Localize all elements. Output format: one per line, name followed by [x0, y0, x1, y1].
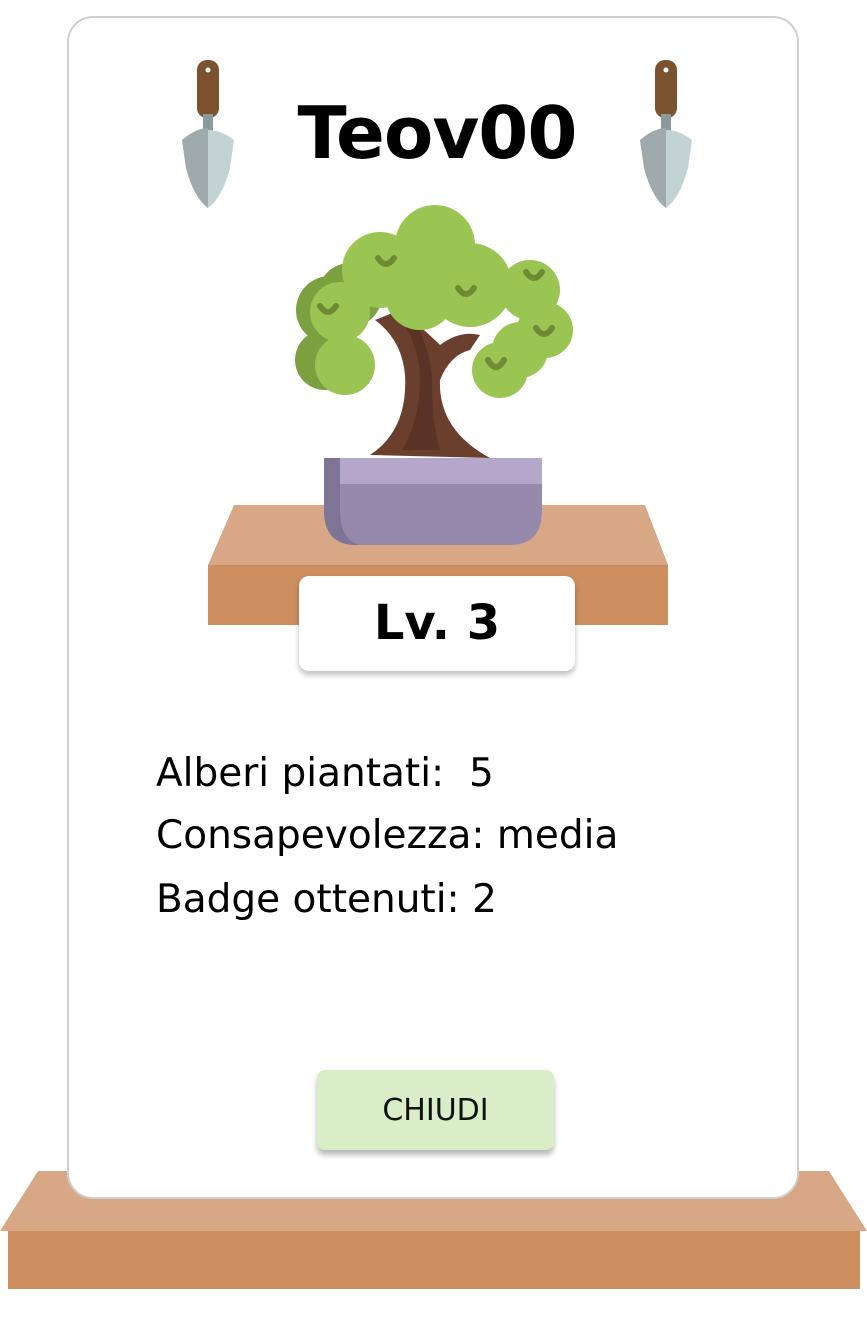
- bonsai-icon: [295, 205, 573, 545]
- stat-badges: Badge ottenuti: 2: [156, 877, 497, 922]
- username-title: Teov00: [297, 91, 578, 175]
- stat-trees-planted: Alberi piantati: 5: [156, 751, 494, 796]
- close-button[interactable]: CHIUDI: [317, 1070, 554, 1150]
- level-badge: Lv. 3: [299, 576, 575, 671]
- stat-awareness: Consapevolezza: media: [156, 813, 619, 858]
